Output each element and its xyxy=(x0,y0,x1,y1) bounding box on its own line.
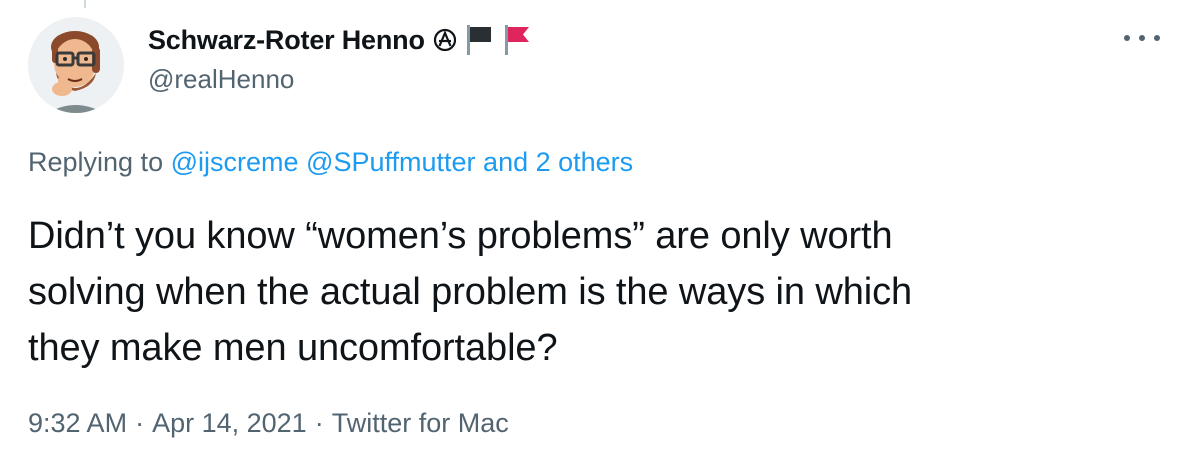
and-others-link[interactable]: and 2 others xyxy=(483,147,633,177)
black-flag-icon xyxy=(463,23,495,57)
separator: · xyxy=(135,408,145,438)
tweet-time[interactable]: 9:32 AM xyxy=(28,408,127,438)
replying-to: Replying to @ijscreme @SPuffmutter and 2… xyxy=(28,147,633,178)
thread-connector-line xyxy=(84,0,86,8)
replying-prefix: Replying to xyxy=(28,147,164,177)
display-name[interactable]: Schwarz-Roter Henno xyxy=(148,25,425,56)
tweet-text: Didn’t you know “women’s problems” are o… xyxy=(28,208,1148,376)
tweet-metadata: 9:32 AM · Apr 14, 2021 · Twitter for Mac xyxy=(28,408,509,439)
mention-ijscreme[interactable]: @ijscreme xyxy=(171,147,299,177)
memoji-avatar-icon xyxy=(48,31,104,113)
more-dot xyxy=(1124,35,1130,41)
separator: · xyxy=(314,408,324,438)
tweet-line: solving when the actual problem is the w… xyxy=(28,271,913,313)
more-options-icon[interactable] xyxy=(1124,30,1160,46)
tweet-date[interactable]: Apr 14, 2021 xyxy=(152,408,307,438)
user-handle[interactable]: @realHenno xyxy=(148,64,533,95)
author-block: Schwarz-Roter Henno @realHenno xyxy=(148,22,533,95)
red-flag-icon xyxy=(501,23,533,57)
anarchy-symbol-icon xyxy=(433,28,457,52)
more-dot xyxy=(1139,35,1145,41)
more-dot xyxy=(1154,35,1160,41)
name-row: Schwarz-Roter Henno xyxy=(148,22,533,58)
avatar[interactable] xyxy=(28,17,124,113)
tweet-line: they make men uncomfortable? xyxy=(28,327,558,369)
tweet-source[interactable]: Twitter for Mac xyxy=(332,408,509,438)
tweet-line: Didn’t you know “women’s problems” are o… xyxy=(28,215,893,257)
mention-spuffmutter[interactable]: @SPuffmutter xyxy=(306,147,475,177)
